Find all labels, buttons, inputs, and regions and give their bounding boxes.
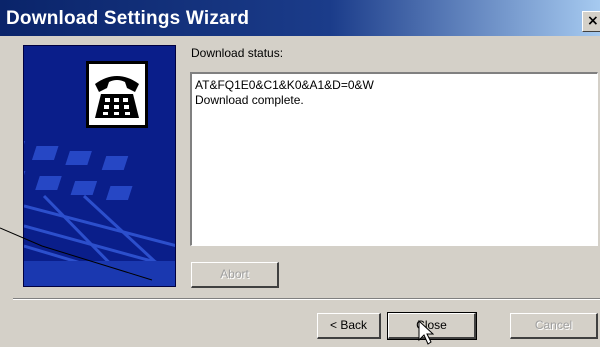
button-separator — [13, 298, 600, 300]
download-status-label: Download status: — [191, 46, 284, 60]
window-close-button[interactable]: × — [582, 11, 600, 32]
wizard-window: Download Settings Wizard × Download stat… — [0, 0, 600, 347]
callout-line — [0, 227, 153, 281]
download-status-textbox[interactable]: AT&FQ1E0&C1&K0&A1&D=0&W Download complet… — [190, 72, 598, 246]
back-button[interactable]: < Back — [317, 313, 381, 339]
status-line-result: Download complete. — [195, 93, 304, 107]
status-line-command: AT&FQ1E0&C1&K0&A1&D=0&W — [195, 78, 374, 92]
mouse-pointer-icon — [418, 320, 434, 345]
cancel-button[interactable]: Cancel — [510, 313, 598, 339]
abort-button[interactable]: Abort — [191, 262, 279, 288]
